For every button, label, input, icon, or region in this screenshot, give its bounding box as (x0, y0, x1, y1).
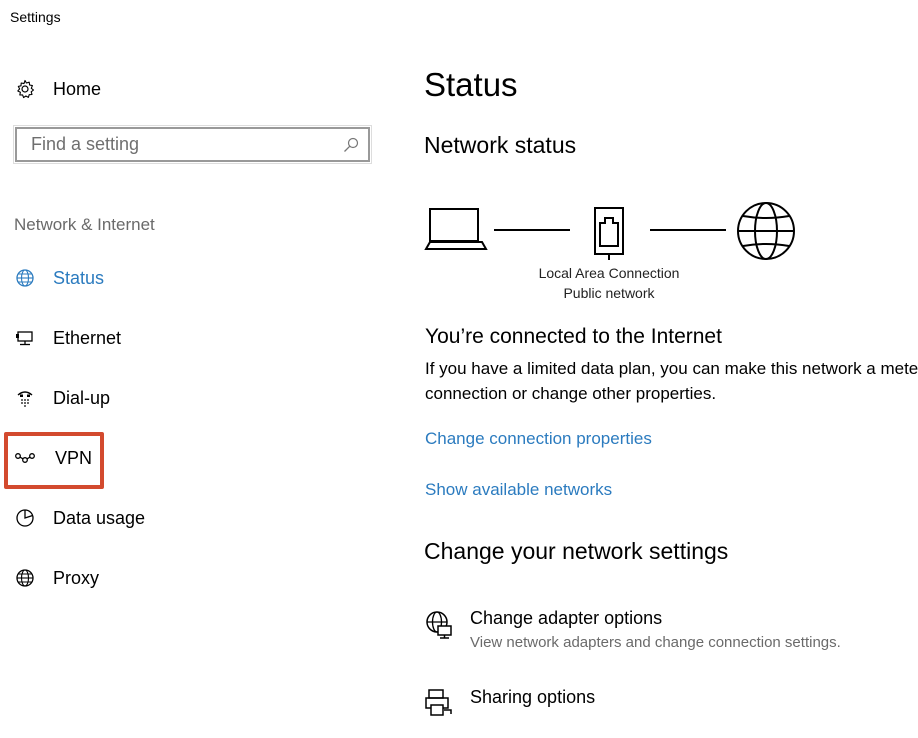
laptop-icon (424, 208, 488, 250)
sidebar-item-label: Proxy (53, 567, 100, 588)
change-connection-properties-link[interactable]: Change connection properties (425, 429, 652, 449)
vpn-icon (13, 446, 37, 470)
sidebar-item-dialup[interactable]: Dial-up (13, 383, 110, 413)
network-status-heading: Network status (424, 132, 577, 158)
sidebar-item-label: Status (53, 267, 105, 288)
search-input[interactable] (31, 129, 331, 160)
connection-name: Local Area Connection (538, 265, 680, 281)
home-label: Home (53, 78, 102, 99)
section-label: Network & Internet (14, 215, 155, 234)
gear-icon (13, 77, 37, 101)
sidebar-item-ethernet[interactable]: Ethernet (13, 323, 121, 353)
sidebar-item-label: Data usage (53, 507, 146, 528)
connected-description: If you have a limited data plan, you can… (425, 359, 918, 403)
sidebar-item-proxy[interactable]: Proxy (13, 563, 99, 593)
sidebar-item-data-usage[interactable]: Data usage (13, 503, 145, 533)
sidebar: Home Network & Internet Status (0, 0, 395, 713)
network-type: Public network (563, 285, 655, 301)
dialup-icon (13, 386, 37, 410)
globe-icon (13, 266, 37, 290)
sidebar-item-label: Dial-up (53, 387, 111, 408)
sharing-icon (424, 688, 454, 718)
connected-title: You’re connected to the Internet (425, 325, 722, 348)
option-title: Change adapter options (470, 608, 663, 628)
option-description: View network adapters and change connect… (470, 634, 841, 651)
option-title: Sharing options (470, 687, 596, 707)
change-adapter-options[interactable]: Change adapter options View network adap… (424, 608, 918, 659)
sharing-options[interactable]: Sharing options (424, 687, 918, 738)
sidebar-item-vpn[interactable]: VPN (13, 443, 92, 473)
adapter-icon (424, 609, 454, 639)
home-nav-item[interactable]: Home (13, 76, 101, 102)
show-available-networks-link[interactable]: Show available networks (425, 480, 612, 500)
sidebar-item-label: Ethernet (53, 327, 122, 348)
search-box (13, 125, 372, 164)
data-usage-icon (13, 506, 37, 530)
change-settings-heading: Change your network settings (424, 538, 729, 564)
sidebar-item-status[interactable]: Status (13, 263, 104, 293)
globe-icon (13, 566, 37, 590)
globe-icon (737, 202, 795, 260)
sidebar-item-label: VPN (55, 447, 93, 468)
ethernet-port-icon (594, 207, 624, 260)
page-title: Status (424, 66, 518, 103)
search-icon[interactable] (342, 136, 360, 154)
ethernet-icon (13, 326, 37, 350)
main-content: Status Network status You’re connected t… (424, 0, 918, 716)
connection-info: Local Area Connection Public network (535, 263, 683, 303)
